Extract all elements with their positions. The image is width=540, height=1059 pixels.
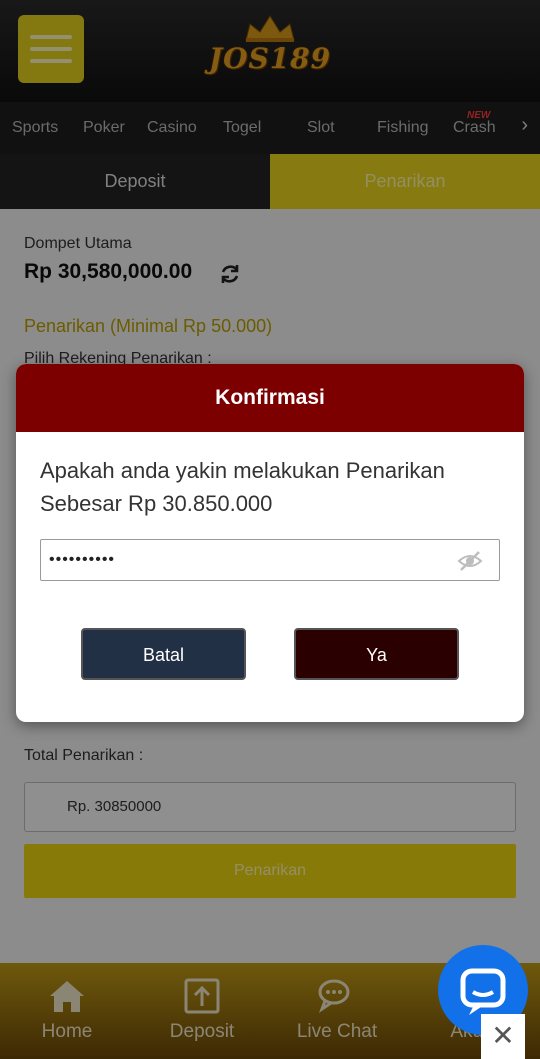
- close-icon[interactable]: ✕: [481, 1014, 525, 1059]
- confirm-button[interactable]: Ya: [294, 628, 459, 680]
- eye-off-icon[interactable]: [457, 548, 483, 574]
- confirm-dialog: Konfirmasi Apakah anda yakin melakukan P…: [16, 364, 524, 722]
- password-input[interactable]: ••••••••••: [40, 539, 500, 581]
- password-value: ••••••••••: [49, 551, 116, 568]
- dialog-title: Konfirmasi: [16, 364, 524, 432]
- cancel-button[interactable]: Batal: [81, 628, 246, 680]
- dialog-message: Apakah anda yakin melakukan Penarikan Se…: [40, 458, 445, 516]
